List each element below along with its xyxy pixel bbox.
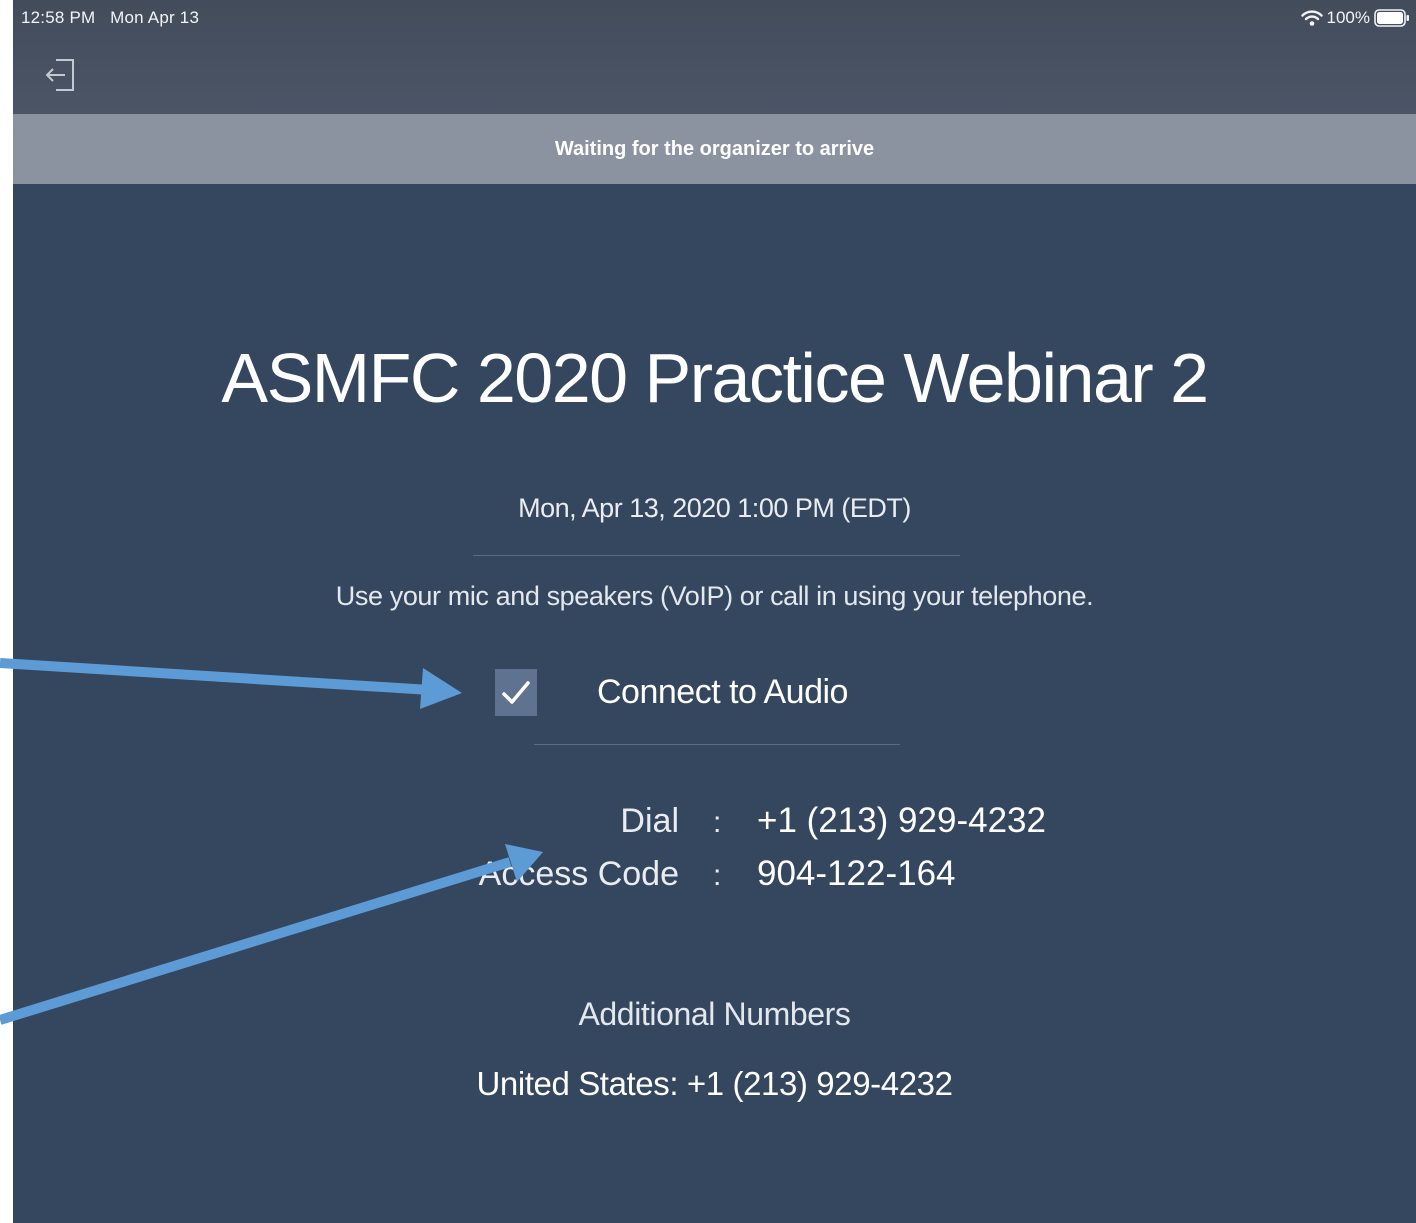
access-code-label: Access Code <box>478 855 679 893</box>
status-bar-left: 12:58 PM Mon Apr 13 <box>21 8 199 28</box>
audio-instructions: Use your mic and speakers (VoIP) or call… <box>335 581 1094 611</box>
dial-colon: : <box>713 806 722 839</box>
battery-percent: 100% <box>1326 8 1370 27</box>
exit-icon <box>45 59 74 91</box>
divider <box>473 555 960 556</box>
status-bar-right: 100% <box>1300 6 1410 30</box>
connect-audio-label[interactable]: Connect to Audio <box>597 673 848 712</box>
access-code-value: 904-122-164 <box>757 854 956 893</box>
checkmark-icon <box>502 680 530 704</box>
top-bar: 12:58 PM Mon Apr 13 100% <box>13 0 1416 114</box>
status-date: Mon Apr 13 <box>110 8 200 27</box>
dial-label: Dial <box>620 802 679 840</box>
waiting-banner-text: Waiting for the organizer to arrive <box>554 137 875 160</box>
exit-meeting-button[interactable] <box>43 56 79 94</box>
app-screen: 12:58 PM Mon Apr 13 100% Waiting for the… <box>13 0 1416 1223</box>
battery-icon <box>1374 9 1409 27</box>
connect-audio-checkbox[interactable] <box>495 669 537 716</box>
waiting-banner: Waiting for the organizer to arrive <box>13 114 1416 184</box>
additional-numbers-heading: Additional Numbers <box>578 996 851 1032</box>
additional-number-us[interactable]: United States: +1 (213) 929-4232 <box>13 1065 1416 1103</box>
access-code-colon: : <box>713 859 722 892</box>
status-time: 12:58 PM <box>21 8 96 27</box>
dial-number[interactable]: +1 (213) 929-4232 <box>757 801 1046 841</box>
divider <box>534 744 900 745</box>
meeting-datetime: Mon, Apr 13, 2020 1:00 PM (EDT) <box>518 493 911 523</box>
wifi-icon <box>1300 10 1323 26</box>
meeting-title: ASMFC 2020 Practice Webinar 2 <box>221 339 1209 417</box>
